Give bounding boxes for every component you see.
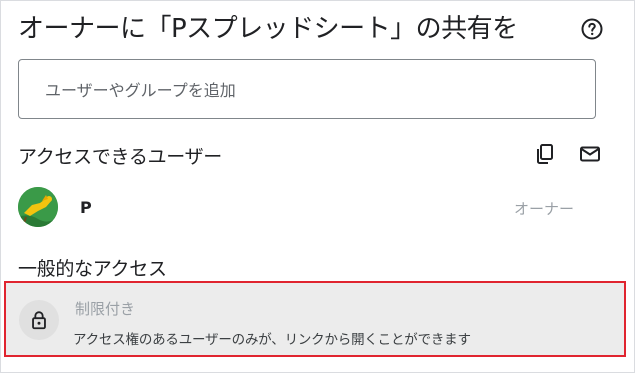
general-access-row[interactable]: 制限付き アクセス権のあるユーザーのみが、リンクから開くことができます <box>4 281 626 357</box>
copy-link-icon[interactable] <box>533 142 557 166</box>
access-description: アクセス権のあるユーザーのみが、リンクから開くことができます <box>73 332 471 348</box>
lock-icon <box>19 300 59 340</box>
help-icon[interactable] <box>580 17 604 41</box>
dialog-title: オーナーに「Pスプレッドシート」の共有を <box>18 14 518 44</box>
people-with-access-heading: アクセスできるユーザー <box>18 146 222 168</box>
access-level[interactable]: 制限付き <box>75 298 135 319</box>
add-people-field[interactable] <box>18 59 596 120</box>
user-avatar <box>18 187 58 227</box>
share-dialog: オーナーに「Pスプレッドシート」の共有を アクセスできるユーザー <box>0 0 635 373</box>
add-people-input[interactable] <box>43 60 587 120</box>
user-name: P <box>80 198 92 217</box>
email-icon[interactable] <box>578 142 602 166</box>
general-access-heading: 一般的なアクセス <box>18 258 167 280</box>
user-role: オーナー <box>514 200 575 218</box>
